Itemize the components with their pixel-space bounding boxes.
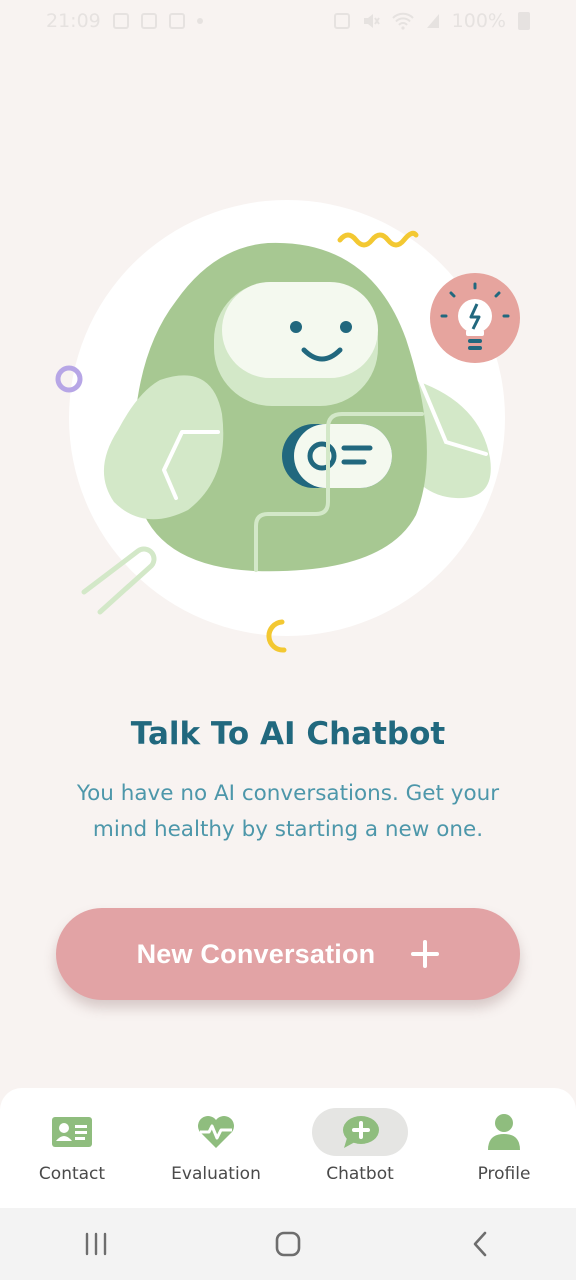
status-left: 21:09 — [46, 10, 203, 32]
dot-icon — [196, 18, 203, 24]
home-button[interactable] — [258, 1214, 318, 1274]
contact-card-icon — [52, 1117, 92, 1147]
nav-item-chatbot[interactable]: Chatbot — [300, 1108, 420, 1184]
alarm-icon — [333, 13, 350, 29]
signal-icon — [426, 14, 439, 28]
facebook-icon — [140, 13, 157, 29]
nav-label-evaluation: Evaluation — [171, 1164, 261, 1184]
nav-label-contact: Contact — [38, 1164, 106, 1184]
chat-plus-icon — [343, 1116, 379, 1148]
nav-icon-wrap-active — [312, 1108, 408, 1156]
page-title: Talk To AI Chatbot — [130, 716, 446, 752]
heart-pulse-icon — [198, 1116, 234, 1148]
nav-icon-wrap — [456, 1108, 552, 1156]
chatbot-illustration — [55, 200, 520, 653]
status-right: 100% — [333, 10, 530, 32]
nav-label-profile: Profile — [477, 1164, 531, 1184]
back-icon — [473, 1231, 487, 1257]
new-conversation-button[interactable]: New Conversation — [56, 908, 520, 1000]
mute-icon — [363, 14, 380, 28]
status-bar: 21:09 100% — [0, 0, 576, 42]
recent-apps-button[interactable] — [66, 1214, 126, 1274]
battery-icon — [518, 12, 530, 30]
nav-icon-wrap — [168, 1108, 264, 1156]
page-subtitle: You have no AI conversations. Get your m… — [76, 781, 500, 842]
status-time: 21:09 — [46, 10, 101, 32]
bottom-navigation: Contact Evaluation Chatbot Profile — [0, 1088, 576, 1208]
robot-left-eye — [290, 321, 302, 333]
new-conversation-label: New Conversation — [136, 938, 376, 969]
home-icon — [275, 1231, 301, 1257]
app-notification-icon — [168, 13, 185, 29]
nav-icon-wrap — [24, 1108, 120, 1156]
plus-icon — [411, 940, 440, 968]
robot-right-eye — [340, 321, 352, 333]
recent-apps-icon — [85, 1232, 107, 1256]
wifi-icon — [391, 12, 414, 30]
nav-item-profile[interactable]: Profile — [444, 1108, 564, 1184]
nav-label-chatbot: Chatbot — [326, 1164, 394, 1184]
system-navigation-bar — [0, 1208, 576, 1280]
battery-percent: 100% — [451, 10, 506, 32]
back-button[interactable] — [450, 1214, 510, 1274]
nav-item-evaluation[interactable]: Evaluation — [156, 1108, 276, 1184]
person-icon — [488, 1114, 520, 1150]
gallery-icon — [112, 13, 129, 29]
nav-item-contact[interactable]: Contact — [12, 1108, 132, 1184]
